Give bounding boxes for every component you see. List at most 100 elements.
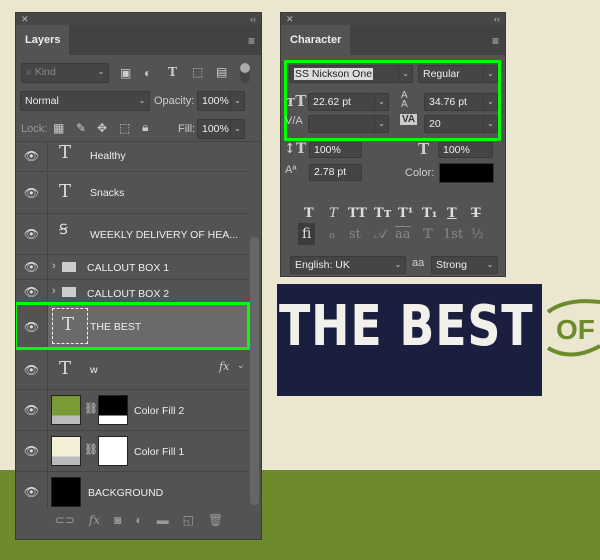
text-layer-icon: T	[59, 181, 72, 202]
layer-row[interactable]: 👁︎ T Healthy	[16, 142, 248, 172]
filter-toggle[interactable]	[240, 63, 250, 83]
chevron-right-icon[interactable]: ›	[52, 285, 56, 297]
antialias-select[interactable]: Strong ⌄	[431, 256, 498, 274]
all-caps-button[interactable]: TT	[348, 206, 367, 221]
layer-row[interactable]: 👁︎ BACKGROUND	[16, 472, 248, 508]
swash-button[interactable]: 𝒜	[374, 227, 386, 242]
faux-italic-button[interactable]: T	[329, 206, 338, 221]
strikethrough-button[interactable]: T	[471, 206, 481, 221]
fx-icon[interactable]: fx	[89, 509, 100, 531]
layers-footer: ⊂⊃ fx ◙ ◐ ▬ ◱ 🗑︎	[16, 509, 262, 531]
new-layer-icon[interactable]: ◱	[183, 509, 194, 531]
link-icon[interactable]: ⛓︎	[84, 443, 98, 456]
eye-icon[interactable]: 👁︎	[16, 142, 48, 171]
vertical-scale-input[interactable]: 100%	[309, 142, 362, 158]
filter-adjustment-icon[interactable]: ◐	[144, 66, 151, 80]
color-swatch[interactable]	[439, 163, 494, 183]
hamburger-icon[interactable]: ≡	[248, 34, 255, 48]
fx-icon[interactable]: fx	[219, 360, 229, 373]
underline-button[interactable]: T	[447, 206, 457, 221]
text-layer-icon: T	[59, 142, 72, 163]
lock-label: Lock:	[21, 123, 48, 135]
eye-icon[interactable]: 👁︎	[16, 255, 48, 279]
discretionary-ligatures-button[interactable]: st	[349, 227, 361, 242]
opacity-input[interactable]: 100% ⌄	[197, 91, 245, 111]
link-icon[interactable]: ⛓︎	[84, 402, 98, 415]
filter-image-icon[interactable]: ▣	[120, 66, 131, 80]
faux-bold-button[interactable]: T	[304, 206, 314, 221]
chevron-right-icon[interactable]: ›	[52, 260, 56, 272]
fill-thumbnail	[51, 436, 81, 466]
collapse-icon[interactable]: ‹‹	[494, 13, 500, 25]
titling-alternates-button[interactable]: 𝕋	[423, 227, 433, 242]
link-layers-icon[interactable]: ⊂⊃	[55, 509, 75, 531]
tracking-icon: VA	[400, 114, 418, 125]
filter-kind-select[interactable]: ⌕ Kind ⌄	[21, 63, 109, 83]
eye-icon[interactable]: 👁︎	[16, 173, 48, 213]
ribbon-text: OF	[556, 314, 595, 345]
layer-row[interactable]: 👁︎ Tw fx ⌄	[16, 350, 248, 390]
fractions-button[interactable]: ½	[471, 227, 484, 242]
fill-thumbnail	[51, 395, 81, 425]
fill-input[interactable]: 100% ⌄	[197, 119, 245, 139]
eye-icon[interactable]: 👁︎	[16, 350, 48, 389]
layer-row[interactable]: 👁︎ T Snacks	[16, 173, 248, 214]
trash-icon[interactable]: 🗑︎	[208, 509, 223, 531]
folder-icon	[62, 287, 76, 297]
layer-row[interactable]: 👁︎ ⛓︎ Color Fill 2	[16, 390, 248, 431]
old-style-button[interactable]: ℴ	[329, 227, 335, 242]
adjustment-layer-icon[interactable]: ◐	[135, 509, 142, 531]
lock-move-icon[interactable]: ✥	[97, 121, 107, 135]
lock-all-icon[interactable]: 🔒︎	[142, 120, 148, 135]
font-family-select[interactable]: SS Nickson One ⌄	[289, 65, 413, 83]
antialias-icon: aa	[412, 257, 425, 269]
superscript-button[interactable]: T¹	[398, 206, 413, 221]
scrollbar[interactable]	[250, 237, 259, 505]
blend-mode-select[interactable]: Normal ⌄	[20, 91, 150, 111]
horizontal-scale-input[interactable]: 100%	[438, 142, 493, 158]
layers-list: 👁︎ T Healthy 👁︎ T Snacks 👁︎ Ꞩ WEEKLY DELIVERY …	[16, 141, 262, 508]
filter-type-icon[interactable]: T	[168, 65, 177, 79]
baseline-shift-input[interactable]: 2.78 pt	[309, 164, 362, 181]
add-mask-icon[interactable]: ◙	[114, 509, 121, 531]
eye-icon[interactable]: 👁︎	[16, 214, 48, 254]
layer-row[interactable]: 👁︎ › CALLOUT BOX 1	[16, 255, 248, 280]
small-caps-button[interactable]: Tт	[374, 206, 392, 221]
fill-label: Fill:	[178, 123, 196, 135]
hamburger-icon[interactable]: ≡	[492, 34, 499, 48]
tab-character[interactable]: Character	[281, 25, 351, 55]
layer-row[interactable]: 👁︎ Ꞩ WEEKLY DELIVERY OF HEA...	[16, 214, 248, 255]
ligatures-button[interactable]: fi	[298, 223, 316, 245]
lock-artboard-icon[interactable]: ⬚	[119, 121, 130, 135]
text-layer-icon: T	[59, 358, 72, 379]
new-group-icon[interactable]: ▬	[157, 509, 169, 531]
lock-paint-icon[interactable]: ✎	[76, 121, 86, 135]
language-select[interactable]: English: UK ⌄	[290, 256, 406, 274]
layer-row[interactable]: 👁︎ ⛓︎ Color Fill 1	[16, 431, 248, 472]
eye-icon[interactable]: 👁︎	[16, 280, 48, 304]
tracking-input[interactable]: 20 ⌄	[424, 115, 498, 133]
kerning-select[interactable]: ⌄	[308, 115, 389, 133]
lock-transparency-icon[interactable]: ▦	[53, 121, 64, 135]
eye-icon[interactable]: 👁︎	[16, 390, 48, 430]
ordinals-button[interactable]: 1st	[443, 227, 463, 242]
eye-icon[interactable]: 👁︎	[16, 472, 48, 508]
font-style-select[interactable]: Regular ⌄	[418, 65, 498, 83]
subscript-button[interactable]: T₁	[422, 206, 437, 221]
background-thumbnail	[51, 477, 81, 507]
font-size-input[interactable]: 22.62 pt ⌄	[308, 93, 389, 111]
kerning-icon: V/A	[285, 115, 303, 127]
filter-shape-icon[interactable]: ⬚	[192, 65, 203, 79]
tab-layers[interactable]: Layers	[16, 25, 70, 55]
leading-input[interactable]: 34.76 pt ⌄	[424, 93, 498, 111]
close-icon[interactable]: ✕	[286, 13, 294, 25]
stylistic-alternates-button[interactable]: aa	[395, 227, 411, 242]
chevron-down-icon[interactable]: ⌄	[237, 360, 245, 371]
eye-icon[interactable]: 👁︎	[16, 431, 48, 471]
collapse-icon[interactable]: ‹‹	[250, 13, 256, 25]
close-icon[interactable]: ✕	[21, 13, 29, 25]
warped-text-icon: Ꞩ	[59, 222, 68, 238]
filter-smartobject-icon[interactable]: ▤	[216, 65, 227, 79]
baseline-shift-icon: Aª	[285, 164, 297, 176]
color-label: Color:	[405, 167, 435, 179]
